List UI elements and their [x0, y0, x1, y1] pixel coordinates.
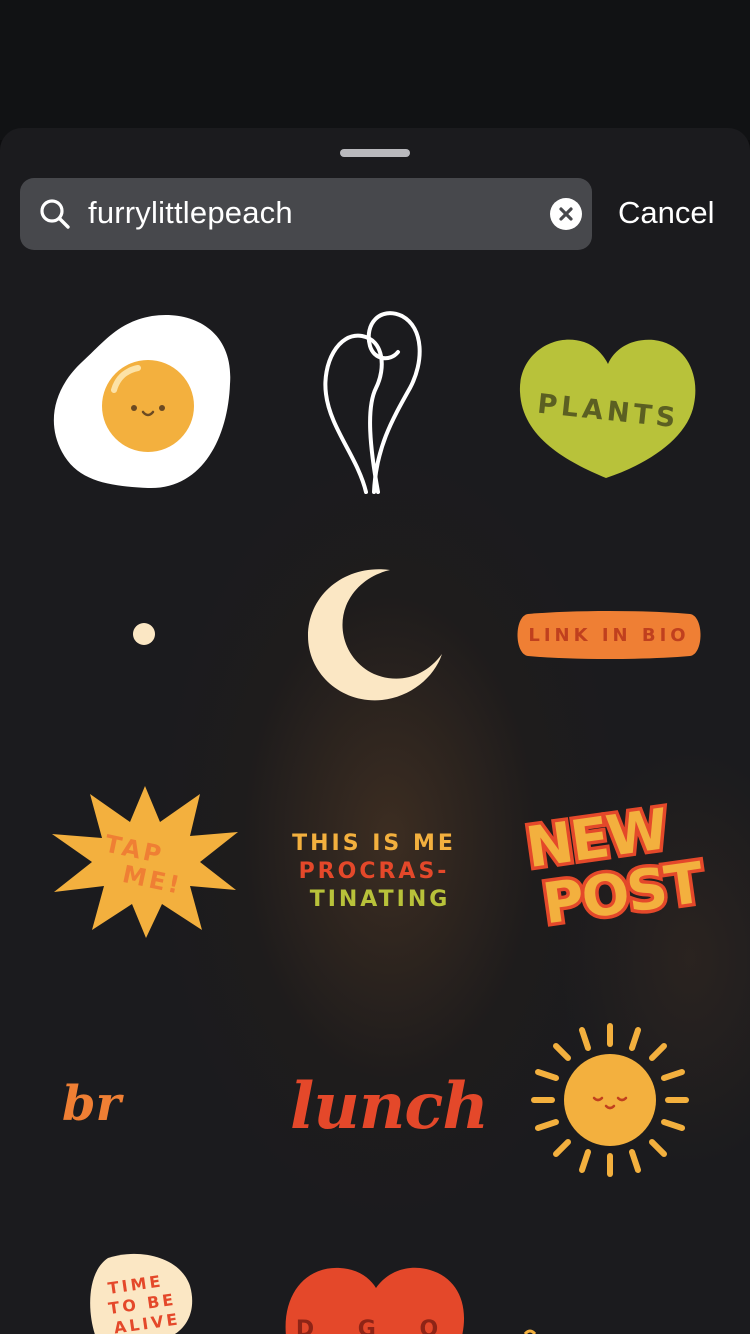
lunch-label: lunch — [290, 1069, 488, 1144]
sticker-sheet: furrylittlepeach Cancel PLANTS LINK IN B… — [0, 128, 750, 1334]
sticker-plants-heart[interactable]: PLANTS — [518, 334, 698, 480]
brb-label: br — [62, 1076, 125, 1132]
red-heart-label: D G O — [296, 1317, 456, 1334]
link-in-bio-label: LINK IN BIO — [528, 625, 689, 646]
sticker-fried-egg[interactable] — [52, 312, 234, 490]
sticker-partial-yellow[interactable] — [523, 1328, 537, 1334]
procrastinating-line2: PROCRAS- — [299, 859, 450, 884]
sticker-dot[interactable] — [132, 622, 156, 646]
sticker-tap-me[interactable]: TAP ME! — [50, 782, 240, 940]
search-icon — [38, 197, 72, 231]
sticker-white-squiggle[interactable] — [318, 308, 430, 496]
sticker-time-to-be-alive[interactable]: TIME TO BE ALIVE — [88, 1252, 194, 1334]
sticker-sun[interactable] — [528, 1020, 692, 1180]
sticker-brb[interactable]: br — [58, 1066, 128, 1136]
sticker-this-is-me-procrastinating[interactable]: THIS IS ME PROCRAS- TINATING — [288, 826, 468, 912]
search-input[interactable]: furrylittlepeach — [88, 195, 293, 231]
sticker-new-post[interactable]: NEW POST — [519, 792, 711, 940]
sticker-link-in-bio[interactable]: LINK IN BIO — [514, 610, 704, 660]
background-photo — [0, 0, 750, 140]
procrastinating-line3: TINATING — [310, 887, 451, 912]
sticker-red-heart[interactable]: D G O — [284, 1266, 466, 1334]
sticker-lunch[interactable]: lunch — [286, 1056, 489, 1144]
sheet-drag-handle[interactable] — [340, 149, 410, 157]
sticker-crescent-moon[interactable] — [306, 566, 446, 702]
clear-search-button[interactable] — [550, 198, 582, 230]
cancel-button[interactable]: Cancel — [618, 195, 715, 231]
close-icon — [559, 207, 573, 221]
search-field[interactable]: furrylittlepeach — [20, 178, 592, 250]
procrastinating-line1: THIS IS ME — [292, 831, 456, 856]
